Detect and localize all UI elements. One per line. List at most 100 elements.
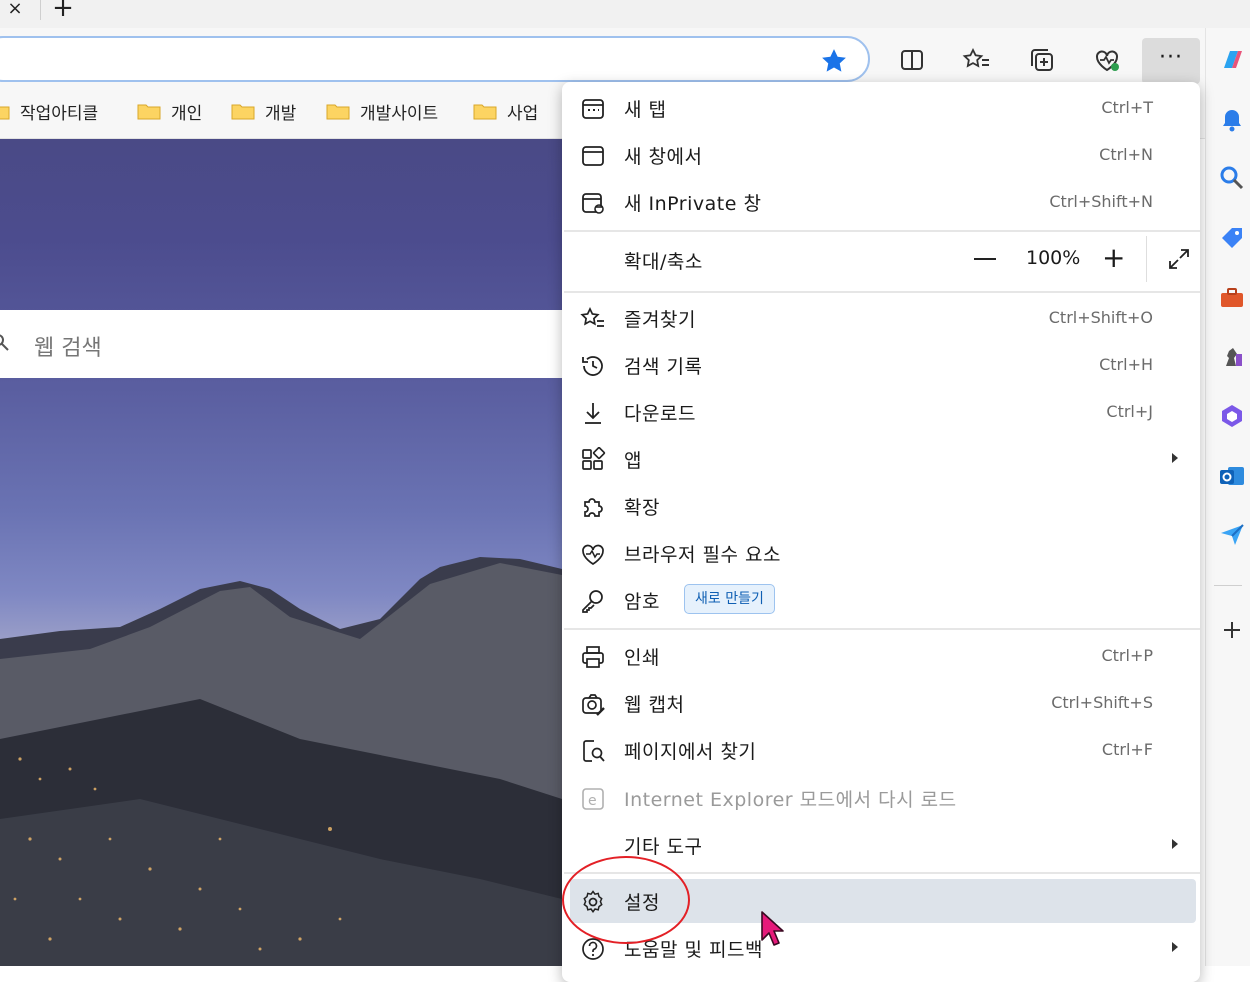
search-icon[interactable] xyxy=(1218,164,1246,192)
favorite-folder[interactable]: 개인 xyxy=(137,96,202,126)
menu-item-browser-essentials[interactable]: 브라우저 필수 요소 xyxy=(570,531,1196,575)
submenu-arrow-icon xyxy=(1172,839,1178,849)
send-drop-icon[interactable] xyxy=(1218,520,1246,548)
menu-item-shortcut: Ctrl+N xyxy=(1099,145,1153,164)
favorite-folder[interactable]: 개발 xyxy=(231,96,296,126)
microsoft-365-icon[interactable] xyxy=(1218,402,1246,430)
zoom-label: 확대/축소 xyxy=(624,251,703,273)
menu-item-downloads[interactable]: 다운로드 Ctrl+J xyxy=(570,390,1196,434)
history-icon xyxy=(582,356,603,376)
zoom-level: 100% xyxy=(1026,247,1081,269)
submenu-arrow-icon xyxy=(1172,942,1178,952)
folder-icon xyxy=(473,104,497,120)
menu-item-label: 인쇄 xyxy=(624,647,660,669)
tab-divider xyxy=(40,0,41,20)
settings-and-more-menu: 새 탭 Ctrl+T 새 창에서 Ctrl+N 새 InPrivate 창 Ct… xyxy=(562,82,1200,982)
zoom-divider xyxy=(1146,236,1147,282)
menu-item-print[interactable]: 인쇄 Ctrl+P xyxy=(570,634,1196,678)
menu-item-zoom: 확대/축소 100% + xyxy=(570,236,1196,282)
favorite-folder-label: 개발사이트 xyxy=(360,103,439,124)
menu-item-label: 즐겨찾기 xyxy=(624,309,696,331)
favorites-list-icon[interactable] xyxy=(957,40,997,80)
menu-item-label: 새 창에서 xyxy=(624,146,703,168)
favorite-folder-label: 사업 xyxy=(507,103,539,124)
notifications-bell-icon[interactable] xyxy=(1218,106,1246,134)
menu-item-label: 웹 캡처 xyxy=(624,694,685,716)
folder-icon xyxy=(0,106,10,120)
new-badge: 새로 만들기 xyxy=(684,584,775,614)
menu-item-label: 새 InPrivate 창 xyxy=(624,193,762,215)
add-sidebar-app-icon[interactable] xyxy=(1218,616,1246,644)
outlook-icon[interactable] xyxy=(1218,462,1246,490)
games-chess-icon[interactable] xyxy=(1218,342,1246,370)
search-placeholder: 웹 검색 xyxy=(34,336,102,361)
sidebar-divider xyxy=(1214,585,1242,586)
favorite-folder-label: 개발 xyxy=(265,103,297,124)
fullscreen-icon[interactable] xyxy=(1166,246,1192,272)
zoom-in-button[interactable]: + xyxy=(1102,244,1125,272)
menu-item-new-tab[interactable]: 새 탭 Ctrl+T xyxy=(570,86,1196,130)
menu-item-label: 페이지에서 찾기 xyxy=(624,741,757,763)
menu-item-shortcut: Ctrl+T xyxy=(1101,98,1153,117)
download-icon xyxy=(585,403,601,424)
favorite-folder[interactable]: 사업 xyxy=(473,96,538,126)
menu-item-new-inprivate-window[interactable]: 새 InPrivate 창 Ctrl+Shift+N xyxy=(570,180,1196,224)
favorite-star-icon[interactable] xyxy=(818,46,850,76)
menu-item-extensions[interactable]: 확장 xyxy=(570,484,1196,528)
zoom-out-button[interactable] xyxy=(974,258,996,260)
menu-item-label: 검색 기록 xyxy=(624,356,703,378)
apps-icon xyxy=(582,447,606,470)
menu-item-shortcut: Ctrl+Shift+O xyxy=(1048,308,1153,327)
menu-item-label: 브라우저 필수 요소 xyxy=(624,544,781,566)
new-tab-icon xyxy=(582,99,604,119)
copilot-icon[interactable] xyxy=(1218,46,1246,74)
folder-icon xyxy=(137,104,161,120)
tab-strip xyxy=(0,0,1250,28)
browser-essentials-icon xyxy=(582,544,604,565)
submenu-arrow-icon xyxy=(1172,453,1178,463)
mouse-cursor-icon xyxy=(761,911,784,946)
menu-item-find-on-page[interactable]: 페이지에서 찾기 Ctrl+F xyxy=(570,728,1196,772)
print-icon xyxy=(582,646,604,668)
menu-item-label: 기타 도구 xyxy=(624,836,703,858)
menu-item-label: 앱 xyxy=(624,450,642,472)
favorite-folder[interactable]: 작업아티클 xyxy=(0,96,98,126)
split-screen-icon[interactable] xyxy=(892,40,932,80)
menu-item-label: 다운로드 xyxy=(624,403,696,425)
new-tab-button[interactable]: + xyxy=(50,0,76,22)
menu-separator xyxy=(564,291,1200,293)
extensions-puzzle-icon xyxy=(584,498,603,517)
new-tab-page-background xyxy=(0,139,562,966)
mountain-landscape-image xyxy=(0,557,562,966)
menu-item-label: Internet Explorer 모드에서 다시 로드 xyxy=(624,789,957,811)
favorite-folder[interactable]: 개발사이트 xyxy=(326,96,438,126)
menu-item-ie-mode: e Internet Explorer 모드에서 다시 로드 xyxy=(570,776,1196,820)
favorites-icon xyxy=(580,307,604,327)
favorite-folder-label: 작업아티클 xyxy=(20,103,99,124)
browser-essentials-icon[interactable] xyxy=(1087,40,1127,80)
menu-item-web-capture[interactable]: 웹 캡처 Ctrl+Shift+S xyxy=(570,681,1196,725)
tools-briefcase-icon[interactable] xyxy=(1218,284,1246,312)
collections-icon[interactable] xyxy=(1022,40,1062,80)
menu-item-favorites[interactable]: 즐겨찾기 Ctrl+Shift+O xyxy=(570,296,1196,340)
address-bar[interactable] xyxy=(0,36,870,82)
menu-item-label: 새 탭 xyxy=(624,99,667,121)
tab-close-button[interactable]: × xyxy=(4,0,26,20)
menu-item-history[interactable]: 검색 기록 Ctrl+H xyxy=(570,343,1196,387)
folder-icon xyxy=(231,104,255,120)
find-on-page-icon xyxy=(583,740,605,762)
menu-item-shortcut: Ctrl+F xyxy=(1101,740,1153,759)
menu-item-passwords[interactable]: 암호 새로 만들기 xyxy=(570,578,1196,622)
svg-text:e: e xyxy=(588,793,597,809)
menu-separator xyxy=(564,230,1200,232)
web-capture-icon xyxy=(582,694,605,716)
search-icon xyxy=(0,334,9,351)
menu-item-apps[interactable]: 앱 xyxy=(570,437,1196,481)
shopping-tag-icon[interactable] xyxy=(1218,224,1246,252)
settings-and-more-button[interactable]: ··· xyxy=(1142,38,1200,84)
menu-item-more-tools[interactable]: 기타 도구 xyxy=(570,823,1196,867)
favorite-folder-label: 개인 xyxy=(171,103,203,124)
menu-item-label: 확장 xyxy=(624,497,660,519)
menu-item-shortcut: Ctrl+J xyxy=(1106,402,1153,421)
menu-item-new-window[interactable]: 새 창에서 Ctrl+N xyxy=(570,133,1196,177)
